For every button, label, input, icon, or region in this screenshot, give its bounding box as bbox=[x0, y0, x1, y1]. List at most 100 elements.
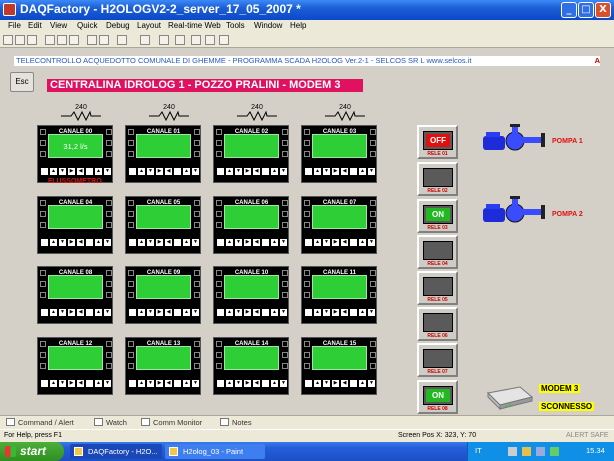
relay-5[interactable]: RELE 05 bbox=[417, 271, 458, 305]
panel-key-button[interactable] bbox=[262, 239, 269, 246]
panel-key-button[interactable] bbox=[86, 239, 93, 246]
tray-icon[interactable] bbox=[536, 447, 545, 456]
panel-key-button[interactable]: ▼ bbox=[104, 168, 111, 175]
menu-help[interactable]: Help bbox=[290, 21, 306, 30]
panel-key-button[interactable] bbox=[262, 380, 269, 387]
panel-key-button[interactable]: ▼ bbox=[147, 380, 154, 387]
panel-key-button[interactable]: ▲ bbox=[50, 380, 57, 387]
panel-key-button[interactable]: ▼ bbox=[323, 380, 330, 387]
panel-key-button[interactable]: ▲ bbox=[271, 239, 278, 246]
panel-key-button[interactable] bbox=[350, 380, 357, 387]
relay-2[interactable]: RELE 02 bbox=[417, 162, 458, 196]
panel-key-button[interactable] bbox=[174, 168, 181, 175]
paste-icon[interactable] bbox=[69, 35, 79, 45]
panel-key-button[interactable]: ▼ bbox=[235, 168, 242, 175]
panel-key-button[interactable] bbox=[350, 309, 357, 316]
panel-key-button[interactable]: ▼ bbox=[59, 380, 66, 387]
panel-key-button[interactable]: ◀ bbox=[77, 239, 84, 246]
tray-icon[interactable] bbox=[522, 447, 531, 456]
panel-key-button[interactable]: ▶ bbox=[68, 309, 75, 316]
panel-key-button[interactable] bbox=[217, 239, 224, 246]
tab-comm-monitor[interactable]: Comm Monitor bbox=[141, 418, 202, 427]
menu-file[interactable]: File bbox=[8, 21, 21, 30]
relay-7[interactable]: RELE 07 bbox=[417, 343, 458, 377]
undo-icon[interactable] bbox=[87, 35, 97, 45]
panel-key-button[interactable] bbox=[217, 380, 224, 387]
panel-key-button[interactable]: ▼ bbox=[192, 380, 199, 387]
panel-key-button[interactable]: ▲ bbox=[226, 239, 233, 246]
panel-key-button[interactable]: ▲ bbox=[226, 380, 233, 387]
panel-key-button[interactable]: ▼ bbox=[235, 380, 242, 387]
panel-key-button[interactable]: ▲ bbox=[314, 380, 321, 387]
panel-key-button[interactable]: ▼ bbox=[280, 239, 287, 246]
panel-key-button[interactable]: ◀ bbox=[77, 168, 84, 175]
tray-icon[interactable] bbox=[508, 447, 517, 456]
tools-icon[interactable] bbox=[175, 35, 185, 45]
panel-key-button[interactable]: ▶ bbox=[156, 239, 163, 246]
panel-key-button[interactable]: ◀ bbox=[341, 380, 348, 387]
panel-key-button[interactable]: ▼ bbox=[280, 168, 287, 175]
panel-key-button[interactable]: ▼ bbox=[192, 309, 199, 316]
panel-key-button[interactable]: ▲ bbox=[314, 309, 321, 316]
panel-key-button[interactable]: ▲ bbox=[183, 239, 190, 246]
panel-key-button[interactable]: ▼ bbox=[280, 309, 287, 316]
panel-key-button[interactable]: ▶ bbox=[244, 309, 251, 316]
panel-key-button[interactable]: ▼ bbox=[368, 309, 375, 316]
copy-icon[interactable] bbox=[57, 35, 67, 45]
maximize-button[interactable]: □ bbox=[578, 2, 594, 18]
panel-key-button[interactable] bbox=[129, 168, 136, 175]
panel-key-button[interactable]: ▲ bbox=[138, 380, 145, 387]
panel-key-button[interactable]: ◀ bbox=[341, 239, 348, 246]
redo-icon[interactable] bbox=[99, 35, 109, 45]
minimize-button[interactable]: _ bbox=[561, 2, 577, 18]
relay-8[interactable]: ON RELE 08 bbox=[417, 380, 458, 414]
panel-key-button[interactable]: ▼ bbox=[104, 239, 111, 246]
close-button[interactable]: X bbox=[595, 2, 611, 18]
tray-icon[interactable] bbox=[550, 447, 559, 456]
panel-key-button[interactable]: ◀ bbox=[165, 168, 172, 175]
esc-button[interactable]: Esc bbox=[10, 72, 34, 92]
panel-key-button[interactable]: ▲ bbox=[314, 239, 321, 246]
language-indicator[interactable]: IT bbox=[475, 446, 482, 455]
relay-3[interactable]: ON RELE 03 bbox=[417, 199, 458, 233]
menu-tools[interactable]: Tools bbox=[226, 21, 245, 30]
panel-key-button[interactable]: ◀ bbox=[253, 309, 260, 316]
menu-debug[interactable]: Debug bbox=[106, 21, 130, 30]
panel-key-button[interactable] bbox=[174, 239, 181, 246]
panel-key-button[interactable] bbox=[41, 168, 48, 175]
panel-key-button[interactable]: ◀ bbox=[165, 239, 172, 246]
panel-key-button[interactable] bbox=[86, 168, 93, 175]
panel-key-button[interactable]: ▼ bbox=[235, 309, 242, 316]
panel-key-button[interactable]: ▲ bbox=[95, 309, 102, 316]
panel-key-button[interactable]: ▲ bbox=[359, 239, 366, 246]
panel-key-button[interactable]: ▶ bbox=[332, 309, 339, 316]
channels-icon[interactable] bbox=[205, 35, 215, 45]
panel-key-button[interactable]: ▲ bbox=[183, 380, 190, 387]
save-icon[interactable] bbox=[27, 35, 37, 45]
panel-key-button[interactable]: ▲ bbox=[183, 168, 190, 175]
open-icon[interactable] bbox=[15, 35, 25, 45]
panel-key-button[interactable] bbox=[305, 168, 312, 175]
panel-key-button[interactable]: ▲ bbox=[95, 380, 102, 387]
panel-key-button[interactable]: ▲ bbox=[271, 309, 278, 316]
panel-key-button[interactable]: ▶ bbox=[332, 380, 339, 387]
panel-key-button[interactable]: ◀ bbox=[77, 380, 84, 387]
panel-key-button[interactable]: ▶ bbox=[332, 168, 339, 175]
panel-key-button[interactable]: ▶ bbox=[244, 239, 251, 246]
panel-key-button[interactable]: ▶ bbox=[68, 380, 75, 387]
panel-key-button[interactable]: ▲ bbox=[183, 309, 190, 316]
relay-4[interactable]: RELE 04 bbox=[417, 235, 458, 269]
panel-key-button[interactable]: ◀ bbox=[165, 309, 172, 316]
panel-key-button[interactable]: ▼ bbox=[192, 239, 199, 246]
panel-key-button[interactable]: ▶ bbox=[68, 239, 75, 246]
new-icon[interactable] bbox=[3, 35, 13, 45]
panel-key-button[interactable]: ▼ bbox=[104, 309, 111, 316]
panel-key-button[interactable] bbox=[41, 309, 48, 316]
cut-icon[interactable] bbox=[45, 35, 55, 45]
panel-key-button[interactable]: ▶ bbox=[156, 380, 163, 387]
panel-key-button[interactable] bbox=[262, 309, 269, 316]
panel-key-button[interactable]: ▼ bbox=[323, 168, 330, 175]
relay-1[interactable]: OFF RELE 01 bbox=[417, 125, 458, 159]
panel-key-button[interactable]: ▼ bbox=[147, 239, 154, 246]
panel-key-button[interactable]: ▲ bbox=[271, 380, 278, 387]
